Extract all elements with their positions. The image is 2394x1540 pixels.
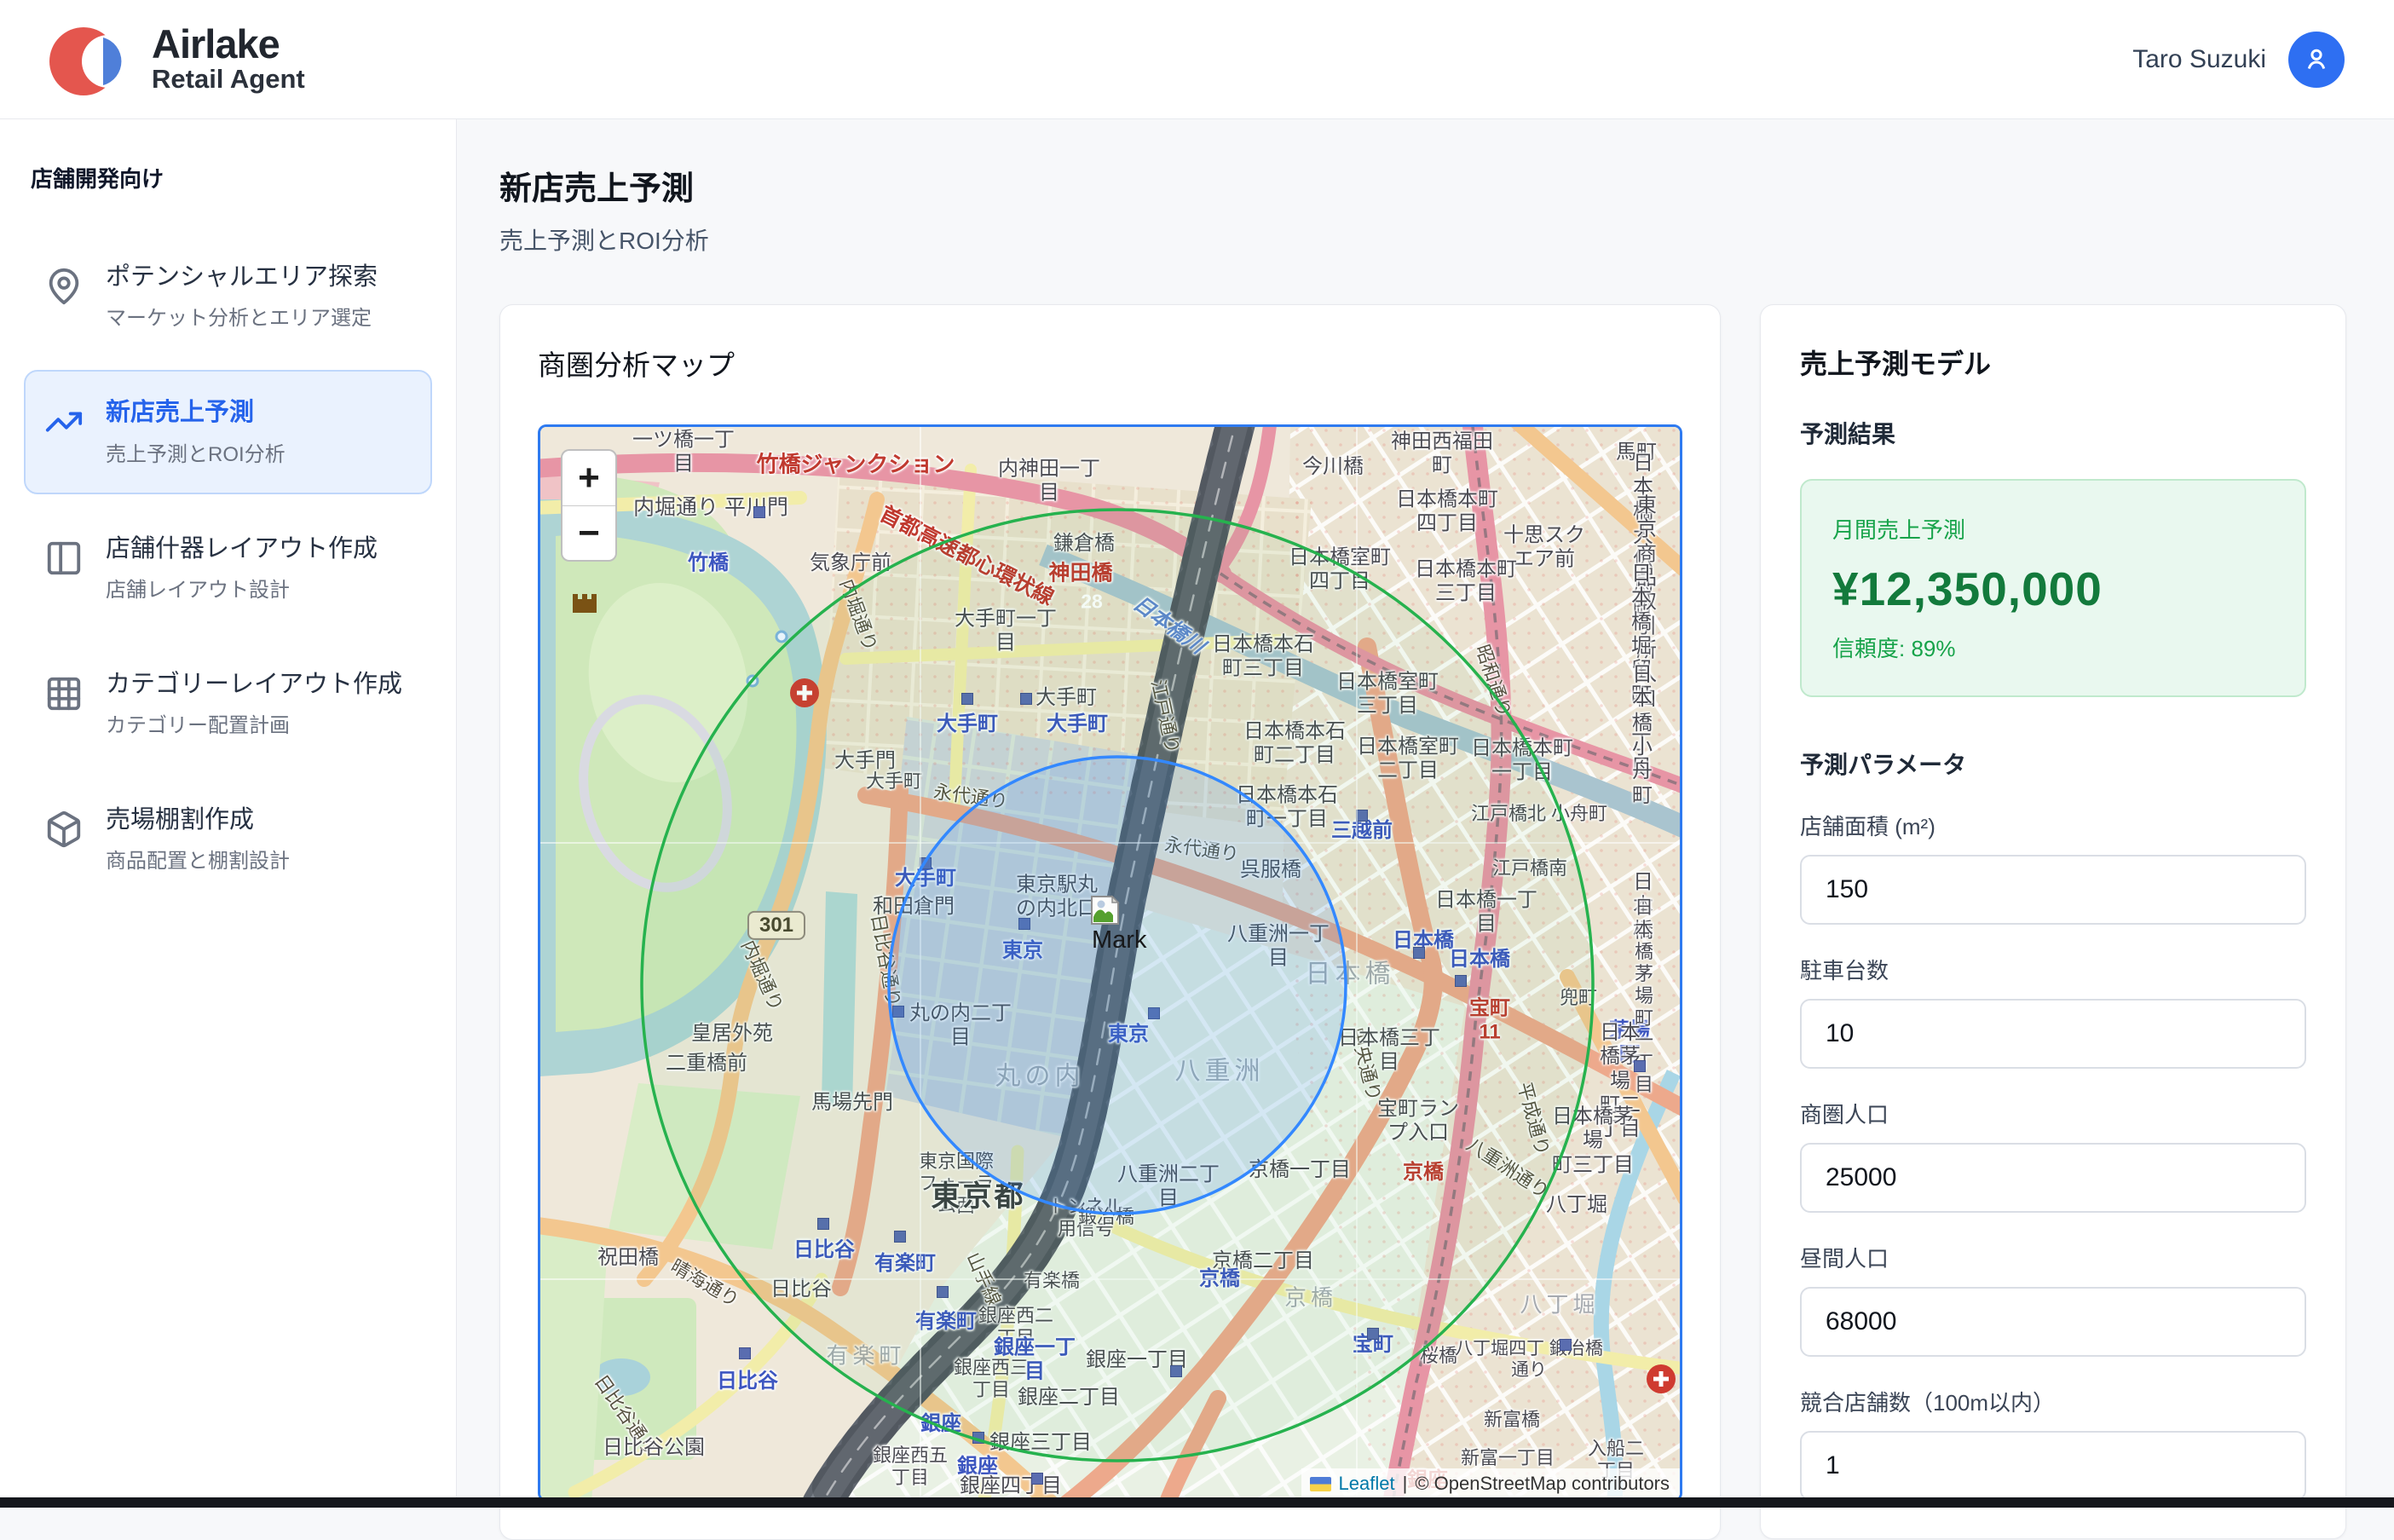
sidebar-section-label: 店舗開発向け xyxy=(31,162,432,193)
sidebar-item-label: 店舗什器レイアウト作成 xyxy=(106,534,378,564)
trending-up-icon xyxy=(44,402,84,441)
sidebar-item-1[interactable]: ポテンシャルエリア探索マーケット分析とエリア選定 xyxy=(24,234,432,358)
trade-area-map-card: 商圏分析マップ xyxy=(499,304,1721,1540)
sidebar-item-label: 新店売上予測 xyxy=(106,397,286,428)
user-icon xyxy=(2301,44,2332,75)
params-section-title: 予測パラメータ xyxy=(1800,747,2306,781)
sidebar-item-label: 売場棚割作成 xyxy=(106,805,290,835)
leaflet-map[interactable]: 一ツ橋一丁 目竹橋ジャンクション内堀通り 平川門首都高速都心環状線神田橋28内神… xyxy=(538,424,1682,1502)
sidebar-item-sublabel: 売上予測とROI分析 xyxy=(106,437,286,467)
logo-title: Airlake xyxy=(152,24,305,65)
param-field-5: 競合店舗数（100m以内） xyxy=(1800,1386,2306,1501)
sidebar-item-2[interactable]: 新店売上予測売上予測とROI分析 xyxy=(24,370,432,493)
grid-icon xyxy=(44,674,84,713)
sidebar-item-label: ポテンシャルエリア探索 xyxy=(106,262,378,292)
map-card-title: 商圏分析マップ xyxy=(538,343,1682,384)
window-bottom-edge xyxy=(0,1497,2394,1508)
param-input-2[interactable] xyxy=(1800,999,2306,1069)
trade-area-circles xyxy=(540,427,1682,1502)
zoom-out-button[interactable]: − xyxy=(562,505,615,560)
package-icon xyxy=(44,810,84,849)
main-content: 新店売上予測 売上予測とROI分析 商圏分析マップ xyxy=(457,119,2394,1508)
osm-attribution-text: © OpenStreetMap contributors xyxy=(1415,1473,1670,1495)
param-label: 店舗面積 (m²) xyxy=(1800,810,2306,841)
leaflet-link[interactable]: Leaflet xyxy=(1339,1473,1395,1495)
map-marker-broken-image-icon[interactable] xyxy=(1090,895,1120,926)
confidence-text: 信頼度: 89% xyxy=(1832,632,2274,663)
monthly-forecast-amount: ¥12,350,000 xyxy=(1832,562,2274,616)
user-name: Taro Suzuki xyxy=(2132,45,2266,74)
param-field-1: 店舗面積 (m²) xyxy=(1800,810,2306,925)
logo-subtitle: Retail Agent xyxy=(152,65,305,94)
param-label: 駐車台数 xyxy=(1800,954,2306,985)
panel-title: 売上予測モデル xyxy=(1800,343,2306,382)
ukraine-flag-icon xyxy=(1310,1477,1331,1491)
map-zoom-control: + − xyxy=(561,449,617,562)
app-header: Airlake Retail Agent Taro Suzuki xyxy=(0,0,2394,119)
map-marker-alt-text: Mark xyxy=(1092,926,1146,955)
page-title: 新店売上予測 xyxy=(499,162,2360,209)
param-label: 商圏人口 xyxy=(1800,1098,2306,1129)
sidebar-item-label: カテゴリーレイアウト作成 xyxy=(106,669,402,700)
page-subtitle: 売上予測とROI分析 xyxy=(499,222,2360,257)
user-avatar[interactable] xyxy=(2288,32,2345,88)
param-input-3[interactable] xyxy=(1800,1143,2306,1213)
map-pin-icon xyxy=(44,267,84,306)
sidebar-item-sublabel: マーケット分析とエリア選定 xyxy=(106,301,378,331)
sidebar-item-sublabel: カテゴリー配置計画 xyxy=(106,708,402,738)
map-attribution: Leaflet | © OpenStreetMap contributors xyxy=(1301,1468,1680,1499)
param-field-4: 昼間人口 xyxy=(1800,1242,2306,1357)
param-input-5[interactable] xyxy=(1800,1431,2306,1501)
param-input-1[interactable] xyxy=(1800,855,2306,925)
result-section-title: 予測結果 xyxy=(1800,416,2306,450)
param-label: 競合店舗数（100m以内） xyxy=(1800,1386,2306,1417)
airlake-logo-icon xyxy=(49,17,135,102)
sidebar: 店舗開発向け ポテンシャルエリア探索マーケット分析とエリア選定新店売上予測売上予… xyxy=(0,119,457,1508)
app-logo: Airlake Retail Agent xyxy=(49,17,305,102)
sidebar-item-4[interactable]: カテゴリーレイアウト作成カテゴリー配置計画 xyxy=(24,642,432,765)
param-field-2: 駐車台数 xyxy=(1800,954,2306,1069)
monthly-forecast-label: 月間売上予測 xyxy=(1832,513,2274,545)
layout-icon xyxy=(44,539,84,578)
zoom-in-button[interactable]: + xyxy=(562,451,615,505)
sidebar-item-3[interactable]: 店舗什器レイアウト作成店舗レイアウト設計 xyxy=(24,506,432,630)
param-field-3: 商圏人口 xyxy=(1800,1098,2306,1213)
forecast-panel: 売上予測モデル 予測結果 月間売上予測 ¥12,350,000 信頼度: 89%… xyxy=(1760,304,2346,1539)
param-input-4[interactable] xyxy=(1800,1287,2306,1357)
attribution-separator: | xyxy=(1403,1473,1408,1495)
sidebar-item-sublabel: 店舗レイアウト設計 xyxy=(106,573,378,603)
forecast-result-box: 月間売上予測 ¥12,350,000 信頼度: 89% xyxy=(1800,479,2306,697)
sidebar-item-5[interactable]: 売場棚割作成商品配置と棚割設計 xyxy=(24,777,432,901)
param-label: 昼間人口 xyxy=(1800,1242,2306,1273)
inner-trade-area-circle xyxy=(889,757,1346,1214)
sidebar-item-sublabel: 商品配置と棚割設計 xyxy=(106,844,290,874)
